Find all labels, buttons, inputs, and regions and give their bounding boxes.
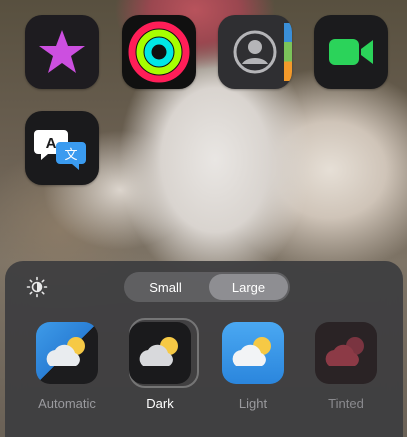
appearance-option-tinted[interactable]: Tinted: [306, 322, 386, 411]
translate-app[interactable]: A 文: [25, 111, 99, 185]
appearance-option-light[interactable]: Light: [213, 322, 293, 411]
star-icon: [39, 30, 85, 73]
fitness-app[interactable]: [122, 15, 196, 89]
light-weather-icon: [222, 322, 284, 384]
svg-text:文: 文: [64, 148, 77, 163]
activity-rings-icon: [128, 21, 190, 83]
tinted-weather-icon: [315, 322, 377, 384]
appearance-label-dark: Dark: [146, 396, 174, 411]
facetime-app[interactable]: [314, 15, 388, 89]
appearance-label-tinted: Tinted: [328, 396, 364, 411]
size-small-option[interactable]: Small: [126, 274, 205, 300]
icon-size-segmented-control: Small Large: [124, 272, 290, 302]
appearance-option-automatic[interactable]: Automatic: [27, 322, 107, 411]
person-icon: [233, 30, 277, 74]
contacts-app[interactable]: [218, 15, 292, 89]
sun-brightness-icon[interactable]: [26, 276, 48, 298]
svg-text:A: A: [46, 135, 57, 152]
contacts-tabs: [284, 23, 292, 81]
appearance-option-dark[interactable]: Dark: [120, 318, 200, 411]
translate-icon: A 文: [34, 130, 86, 170]
appearance-label-light: Light: [238, 396, 268, 411]
automatic-weather-icon: [36, 322, 98, 384]
dark-weather-icon: [129, 322, 191, 384]
video-camera-icon: [329, 39, 373, 65]
itunes-store-app[interactable]: [25, 15, 99, 89]
size-large-option[interactable]: Large: [209, 274, 288, 300]
appearance-label-automatic: Automatic: [38, 396, 96, 411]
